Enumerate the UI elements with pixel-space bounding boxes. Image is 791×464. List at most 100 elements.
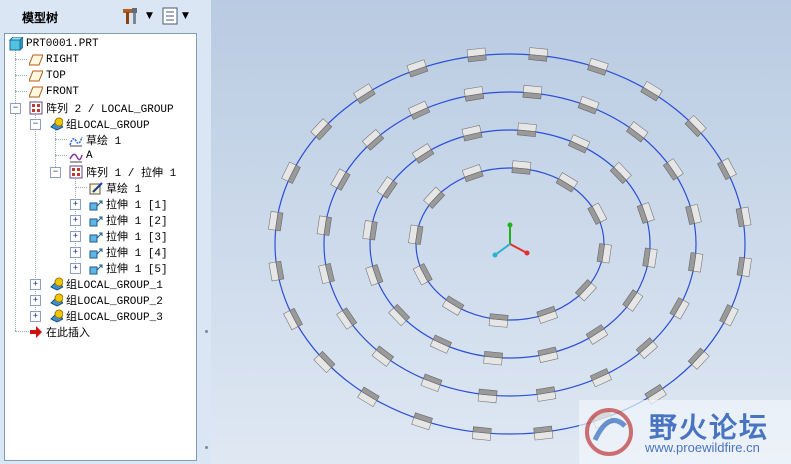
tree-item-extrude-5[interactable]: 拉伸 1 [5] bbox=[89, 260, 168, 276]
tree-item-label: 组LOCAL_GROUP_3 bbox=[66, 312, 163, 324]
expand-toggle[interactable]: + bbox=[70, 263, 81, 274]
model-view[interactable] bbox=[211, 0, 791, 464]
extruded-block bbox=[330, 168, 351, 191]
tree-item-label: 拉伸 1 [3] bbox=[106, 232, 168, 244]
extruded-block bbox=[517, 122, 537, 137]
datum-plane-icon bbox=[29, 54, 43, 66]
extrude-icon bbox=[89, 264, 103, 275]
tree-item-extrude-3[interactable]: 拉伸 1 [3] bbox=[89, 228, 168, 244]
tree-item-local-group[interactable]: 组LOCAL_GROUP bbox=[49, 116, 150, 132]
splitter-grip bbox=[205, 330, 208, 333]
tree-item-sketch-1[interactable]: 草绘 1 bbox=[69, 132, 121, 148]
tools-icon bbox=[123, 8, 137, 24]
splitter-grip bbox=[205, 446, 208, 449]
tree-item-top[interactable]: TOP bbox=[29, 68, 66, 84]
extruded-block bbox=[536, 305, 559, 324]
tree-item-curve-a[interactable]: A bbox=[69, 148, 93, 164]
extruded-block bbox=[463, 86, 485, 102]
group-icon bbox=[50, 309, 63, 323]
extruded-block bbox=[640, 80, 663, 102]
extruded-block bbox=[268, 211, 284, 232]
tree-item-extrude-4[interactable]: 拉伸 1 [4] bbox=[89, 244, 168, 260]
tree-item-label: 草绘 1 bbox=[86, 136, 122, 148]
sketch-edit-icon bbox=[89, 182, 103, 195]
group-icon bbox=[50, 117, 63, 131]
tree-item-label: 阵列 2 / LOCAL_GROUP bbox=[46, 104, 174, 116]
expand-toggle[interactable]: + bbox=[30, 295, 41, 306]
expand-toggle[interactable]: + bbox=[70, 231, 81, 242]
model-tree-panel: 模型树 ▼ ▼ PRT0001.PRT RIGHT TOP FRONT − 阵列… bbox=[0, 0, 203, 464]
insert-here-arrow-icon bbox=[30, 326, 42, 338]
collapse-toggle[interactable]: − bbox=[10, 103, 21, 114]
collapse-toggle[interactable]: − bbox=[30, 119, 41, 130]
tree-item-extrude-1[interactable]: 拉伸 1 [1] bbox=[89, 196, 168, 212]
show-button[interactable]: ▼ bbox=[161, 6, 189, 26]
extruded-block bbox=[642, 247, 658, 268]
extruded-block bbox=[429, 334, 452, 354]
tree-item-label: 拉伸 1 [4] bbox=[106, 248, 168, 260]
panel-splitter[interactable] bbox=[203, 0, 211, 464]
tree-item-label: 阵列 1 / 拉伸 1 bbox=[86, 168, 177, 180]
tree-connector bbox=[15, 75, 27, 76]
tree-item-local-group-1[interactable]: 组LOCAL_GROUP_1 bbox=[49, 276, 163, 292]
extruded-block bbox=[587, 57, 609, 76]
extruded-block bbox=[408, 224, 424, 245]
tree-item-front[interactable]: FRONT bbox=[29, 84, 79, 100]
extruded-block bbox=[609, 161, 632, 184]
tree-item-sketch-1-inner[interactable]: 草绘 1 bbox=[89, 180, 141, 196]
extrude-icon bbox=[89, 216, 103, 227]
extruded-block bbox=[406, 59, 429, 78]
expand-toggle[interactable]: + bbox=[30, 311, 41, 322]
pattern-icon bbox=[29, 101, 43, 115]
extrude-icon bbox=[89, 200, 103, 211]
model-tree: PRT0001.PRT RIGHT TOP FRONT − 阵列 2 / LOC… bbox=[4, 33, 197, 461]
tree-connector bbox=[75, 187, 87, 188]
expand-toggle[interactable]: + bbox=[70, 247, 81, 258]
tree-item-label: TOP bbox=[46, 70, 66, 82]
x-axis-line bbox=[509, 243, 528, 254]
tree-connector bbox=[15, 91, 27, 92]
extruded-block bbox=[511, 160, 532, 175]
part-icon bbox=[9, 37, 23, 51]
extruded-block bbox=[313, 350, 336, 374]
extruded-block bbox=[420, 373, 443, 393]
group-icon bbox=[50, 293, 63, 307]
datum-plane-icon bbox=[29, 70, 43, 82]
collapse-toggle[interactable]: − bbox=[50, 167, 61, 178]
extruded-block bbox=[669, 297, 690, 320]
graphics-window[interactable]: 野火论坛 www.proewildfire.cn bbox=[211, 0, 791, 464]
tree-item-extrude-2[interactable]: 拉伸 1 [2] bbox=[89, 212, 168, 228]
tree-item-label: 组LOCAL_GROUP_2 bbox=[66, 296, 163, 308]
extruded-block bbox=[408, 100, 431, 120]
tree-item-insert-here[interactable]: 在此插入 bbox=[29, 324, 90, 340]
tree-connector bbox=[15, 59, 27, 60]
expand-toggle[interactable]: + bbox=[70, 215, 81, 226]
extruded-block bbox=[471, 426, 492, 441]
tree-item-local-group-2[interactable]: 组LOCAL_GROUP_2 bbox=[49, 292, 163, 308]
datum-plane-icon bbox=[29, 86, 43, 98]
y-axis-tip bbox=[507, 222, 513, 228]
tree-item-pattern-1[interactable]: 阵列 1 / 拉伸 1 bbox=[69, 164, 176, 180]
extruded-block bbox=[568, 134, 591, 154]
tree-item-right[interactable]: RIGHT bbox=[29, 52, 79, 68]
extruded-block bbox=[483, 351, 503, 366]
pattern-icon bbox=[69, 165, 83, 179]
extruded-block bbox=[577, 95, 600, 115]
watermark: 野火论坛 www.proewildfire.cn bbox=[579, 400, 791, 464]
extruded-block bbox=[365, 264, 384, 286]
tree-item-pattern-2[interactable]: 阵列 2 / LOCAL_GROUP bbox=[29, 100, 174, 116]
group-icon bbox=[50, 277, 63, 291]
extrude-icon bbox=[89, 232, 103, 243]
tree-item-root[interactable]: PRT0001.PRT bbox=[9, 36, 99, 52]
tree-item-label: FRONT bbox=[46, 86, 80, 98]
extruded-block bbox=[533, 425, 554, 441]
expand-toggle[interactable]: + bbox=[70, 199, 81, 210]
tree-item-local-group-3[interactable]: 组LOCAL_GROUP_3 bbox=[49, 308, 163, 324]
extruded-block bbox=[268, 260, 285, 282]
list-view-icon bbox=[162, 7, 178, 25]
settings-button[interactable]: ▼ bbox=[121, 6, 153, 26]
expand-toggle[interactable]: + bbox=[30, 279, 41, 290]
extruded-block bbox=[461, 164, 484, 183]
extruded-block bbox=[589, 368, 612, 388]
tree-item-label: 拉伸 1 [2] bbox=[106, 216, 168, 228]
